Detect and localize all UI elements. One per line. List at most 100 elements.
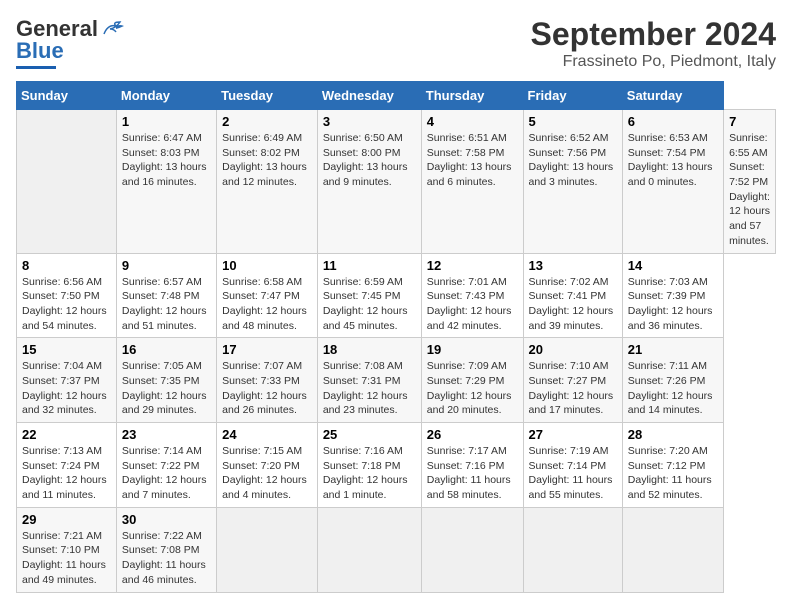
logo-blue: Blue — [16, 38, 64, 64]
bird-icon — [102, 20, 124, 38]
day-number: 25 — [323, 427, 416, 442]
calendar-subtitle: Frassineto Po, Piedmont, Italy — [531, 53, 776, 71]
calendar-cell: 15 Sunrise: 7:04 AM Sunset: 7:37 PM Dayli… — [17, 338, 117, 423]
day-info: Sunrise: 7:19 AM Sunset: 7:14 PM Dayligh… — [529, 444, 617, 503]
day-number: 11 — [323, 258, 416, 273]
day-info: Sunrise: 7:01 AM Sunset: 7:43 PM Dayligh… — [427, 275, 518, 334]
day-number: 23 — [122, 427, 211, 442]
day-info: Sunrise: 7:16 AM Sunset: 7:18 PM Dayligh… — [323, 444, 416, 503]
calendar-header-row: SundayMondayTuesdayWednesdayThursdayFrid… — [17, 82, 776, 110]
logo: General Blue — [16, 16, 124, 69]
header-friday: Friday — [523, 82, 622, 110]
day-number: 15 — [22, 342, 111, 357]
calendar-cell — [622, 507, 723, 592]
day-info: Sunrise: 7:10 AM Sunset: 7:27 PM Dayligh… — [529, 359, 617, 418]
day-info: Sunrise: 7:04 AM Sunset: 7:37 PM Dayligh… — [22, 359, 111, 418]
day-number: 9 — [122, 258, 211, 273]
header-thursday: Thursday — [421, 82, 523, 110]
day-number: 1 — [122, 114, 211, 129]
day-info: Sunrise: 7:13 AM Sunset: 7:24 PM Dayligh… — [22, 444, 111, 503]
calendar-cell: 21Sunrise: 7:11 AM Sunset: 7:26 PM Dayli… — [622, 338, 723, 423]
calendar-week-5: 29 Sunrise: 7:21 AM Sunset: 7:10 PM Dayli… — [17, 507, 776, 592]
calendar-cell: 16 Sunrise: 7:05 AM Sunset: 7:35 PM Dayli… — [116, 338, 216, 423]
day-info: Sunrise: 7:05 AM Sunset: 7:35 PM Dayligh… — [122, 359, 211, 418]
calendar-cell: 30 Sunrise: 7:22 AM Sunset: 7:08 PM Dayli… — [116, 507, 216, 592]
calendar-cell: 22Sunrise: 7:13 AM Sunset: 7:24 PM Dayli… — [17, 423, 117, 508]
calendar-cell — [421, 507, 523, 592]
calendar-cell: 27 Sunrise: 7:19 AM Sunset: 7:14 PM Dayli… — [523, 423, 622, 508]
calendar-week-3: 15 Sunrise: 7:04 AM Sunset: 7:37 PM Dayli… — [17, 338, 776, 423]
day-info: Sunrise: 6:56 AM Sunset: 7:50 PM Dayligh… — [22, 275, 111, 334]
day-info: Sunrise: 6:55 AM Sunset: 7:52 PM Dayligh… — [729, 131, 770, 249]
calendar-cell — [523, 507, 622, 592]
day-number: 18 — [323, 342, 416, 357]
calendar-table: SundayMondayTuesdayWednesdayThursdayFrid… — [16, 81, 776, 593]
day-info: Sunrise: 7:17 AM Sunset: 7:16 PM Dayligh… — [427, 444, 518, 503]
day-number: 20 — [529, 342, 617, 357]
day-info: Sunrise: 6:52 AM Sunset: 7:56 PM Dayligh… — [529, 131, 617, 190]
calendar-cell: 8Sunrise: 6:56 AM Sunset: 7:50 PM Daylig… — [17, 253, 117, 338]
calendar-cell — [217, 507, 318, 592]
calendar-cell: 4 Sunrise: 6:51 AM Sunset: 7:58 PM Daylig… — [421, 110, 523, 254]
day-number: 28 — [628, 427, 718, 442]
calendar-cell: 24 Sunrise: 7:15 AM Sunset: 7:20 PM Dayli… — [217, 423, 318, 508]
header-wednesday: Wednesday — [317, 82, 421, 110]
day-number: 10 — [222, 258, 312, 273]
day-info: Sunrise: 7:09 AM Sunset: 7:29 PM Dayligh… — [427, 359, 518, 418]
day-number: 14 — [628, 258, 718, 273]
calendar-week-1: 1 Sunrise: 6:47 AM Sunset: 8:03 PM Daylig… — [17, 110, 776, 254]
calendar-week-2: 8Sunrise: 6:56 AM Sunset: 7:50 PM Daylig… — [17, 253, 776, 338]
calendar-cell: 3Sunrise: 6:50 AM Sunset: 8:00 PM Daylig… — [317, 110, 421, 254]
day-number: 26 — [427, 427, 518, 442]
day-info: Sunrise: 7:22 AM Sunset: 7:08 PM Dayligh… — [122, 529, 211, 588]
calendar-cell: 13 Sunrise: 7:02 AM Sunset: 7:41 PM Dayli… — [523, 253, 622, 338]
day-info: Sunrise: 7:14 AM Sunset: 7:22 PM Dayligh… — [122, 444, 211, 503]
day-info: Sunrise: 6:49 AM Sunset: 8:02 PM Dayligh… — [222, 131, 312, 190]
day-number: 27 — [529, 427, 617, 442]
logo-underline — [16, 66, 56, 69]
calendar-cell: 2 Sunrise: 6:49 AM Sunset: 8:02 PM Daylig… — [217, 110, 318, 254]
calendar-cell: 17Sunrise: 7:07 AM Sunset: 7:33 PM Dayli… — [217, 338, 318, 423]
day-info: Sunrise: 6:53 AM Sunset: 7:54 PM Dayligh… — [628, 131, 718, 190]
calendar-cell: 18 Sunrise: 7:08 AM Sunset: 7:31 PM Dayli… — [317, 338, 421, 423]
day-number: 4 — [427, 114, 518, 129]
day-number: 3 — [323, 114, 416, 129]
day-info: Sunrise: 7:03 AM Sunset: 7:39 PM Dayligh… — [628, 275, 718, 334]
day-info: Sunrise: 7:15 AM Sunset: 7:20 PM Dayligh… — [222, 444, 312, 503]
day-number: 2 — [222, 114, 312, 129]
calendar-cell: 20 Sunrise: 7:10 AM Sunset: 7:27 PM Dayli… — [523, 338, 622, 423]
calendar-week-4: 22Sunrise: 7:13 AM Sunset: 7:24 PM Dayli… — [17, 423, 776, 508]
day-number: 29 — [22, 512, 111, 527]
day-number: 6 — [628, 114, 718, 129]
day-number: 24 — [222, 427, 312, 442]
calendar-cell: 14 Sunrise: 7:03 AM Sunset: 7:39 PM Dayli… — [622, 253, 723, 338]
day-number: 19 — [427, 342, 518, 357]
page-header: General Blue September 2024 Frassineto P… — [16, 16, 776, 71]
calendar-cell: 9 Sunrise: 6:57 AM Sunset: 7:48 PM Daylig… — [116, 253, 216, 338]
calendar-cell: 26 Sunrise: 7:17 AM Sunset: 7:16 PM Dayli… — [421, 423, 523, 508]
day-info: Sunrise: 7:02 AM Sunset: 7:41 PM Dayligh… — [529, 275, 617, 334]
day-info: Sunrise: 7:21 AM Sunset: 7:10 PM Dayligh… — [22, 529, 111, 588]
header-tuesday: Tuesday — [217, 82, 318, 110]
header-saturday: Saturday — [622, 82, 723, 110]
day-number: 13 — [529, 258, 617, 273]
day-info: Sunrise: 6:51 AM Sunset: 7:58 PM Dayligh… — [427, 131, 518, 190]
calendar-cell: 19 Sunrise: 7:09 AM Sunset: 7:29 PM Dayli… — [421, 338, 523, 423]
day-info: Sunrise: 6:58 AM Sunset: 7:47 PM Dayligh… — [222, 275, 312, 334]
day-info: Sunrise: 6:57 AM Sunset: 7:48 PM Dayligh… — [122, 275, 211, 334]
calendar-cell: 23 Sunrise: 7:14 AM Sunset: 7:22 PM Dayli… — [116, 423, 216, 508]
day-number: 30 — [122, 512, 211, 527]
day-info: Sunrise: 7:08 AM Sunset: 7:31 PM Dayligh… — [323, 359, 416, 418]
calendar-title: September 2024 — [531, 16, 776, 53]
day-number: 5 — [529, 114, 617, 129]
calendar-cell: 12Sunrise: 7:01 AM Sunset: 7:43 PM Dayli… — [421, 253, 523, 338]
day-number: 16 — [122, 342, 211, 357]
title-block: September 2024 Frassineto Po, Piedmont, … — [531, 16, 776, 71]
calendar-cell — [17, 110, 117, 254]
calendar-body: 1 Sunrise: 6:47 AM Sunset: 8:03 PM Daylig… — [17, 110, 776, 593]
calendar-cell: 25 Sunrise: 7:16 AM Sunset: 7:18 PM Dayli… — [317, 423, 421, 508]
day-number: 17 — [222, 342, 312, 357]
day-info: Sunrise: 6:59 AM Sunset: 7:45 PM Dayligh… — [323, 275, 416, 334]
day-info: Sunrise: 6:47 AM Sunset: 8:03 PM Dayligh… — [122, 131, 211, 190]
day-info: Sunrise: 7:11 AM Sunset: 7:26 PM Dayligh… — [628, 359, 718, 418]
